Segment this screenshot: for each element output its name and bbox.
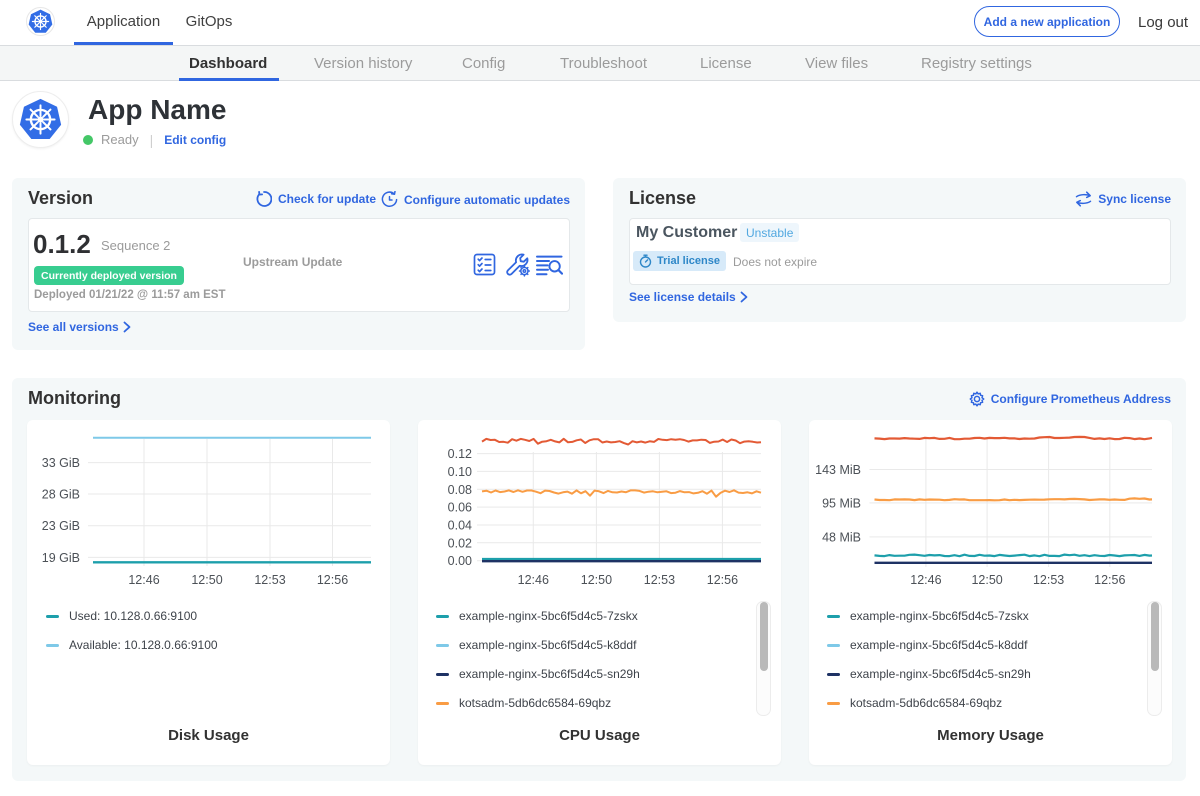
svg-text:19 GiB: 19 GiB <box>42 551 80 565</box>
svg-text:0.12: 0.12 <box>448 447 472 461</box>
svg-text:12:46: 12:46 <box>128 573 159 587</box>
svg-text:12:50: 12:50 <box>191 573 222 587</box>
svg-text:12:46: 12:46 <box>910 573 941 587</box>
svg-text:28 GiB: 28 GiB <box>42 488 80 502</box>
svg-text:12:46: 12:46 <box>518 573 549 587</box>
svg-text:0.00: 0.00 <box>448 554 472 568</box>
svg-text:12:50: 12:50 <box>971 573 1002 587</box>
svg-text:12:50: 12:50 <box>581 573 612 587</box>
svg-text:0.04: 0.04 <box>448 519 472 533</box>
svg-text:12:56: 12:56 <box>1094 573 1125 587</box>
svg-text:33 GiB: 33 GiB <box>42 456 80 470</box>
svg-text:12:53: 12:53 <box>644 573 675 587</box>
svg-text:12:56: 12:56 <box>707 573 738 587</box>
svg-text:95 MiB: 95 MiB <box>822 496 861 510</box>
svg-text:0.06: 0.06 <box>448 501 472 515</box>
svg-text:48 MiB: 48 MiB <box>822 530 861 544</box>
svg-text:143 MiB: 143 MiB <box>815 463 861 477</box>
svg-text:0.02: 0.02 <box>448 536 472 550</box>
svg-text:0.10: 0.10 <box>448 465 472 479</box>
svg-text:23 GiB: 23 GiB <box>42 519 80 533</box>
svg-text:12:56: 12:56 <box>317 573 348 587</box>
svg-text:0.08: 0.08 <box>448 483 472 497</box>
svg-text:12:53: 12:53 <box>1033 573 1064 587</box>
svg-text:12:53: 12:53 <box>254 573 285 587</box>
